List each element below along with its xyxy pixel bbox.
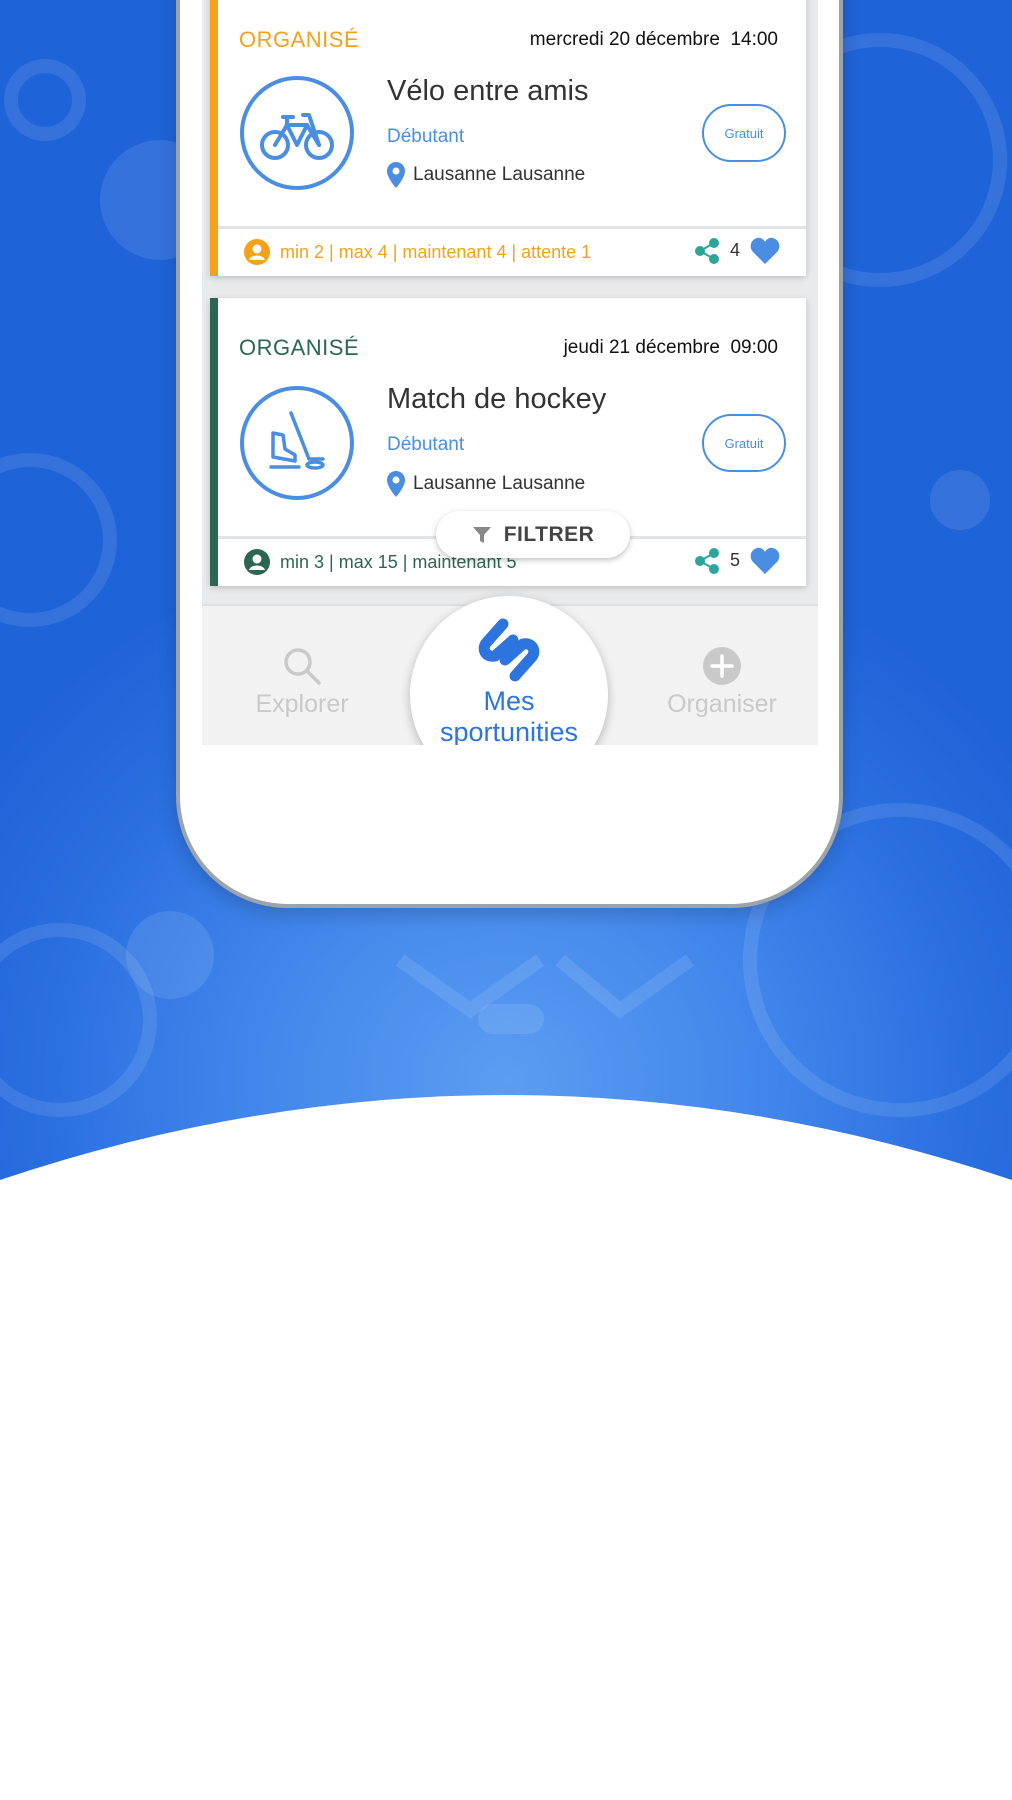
heart-icon[interactable] <box>750 547 780 574</box>
hockey-icon <box>240 386 354 500</box>
heart-icon[interactable] <box>750 237 780 264</box>
participants-text: min 2 | max 4 | maintenant 4 | attente 1 <box>280 241 592 262</box>
event-datetime: mercredi 20 décembre 14:00 <box>530 29 778 51</box>
nav-organise-label: Organiser <box>667 690 777 718</box>
event-location-text: Lausanne Lausanne <box>413 164 586 185</box>
event-location-text: Lausanne Lausanne <box>413 473 586 494</box>
location-pin-icon <box>387 162 405 188</box>
filter-icon <box>472 526 491 543</box>
nav-explore[interactable]: Explorer <box>212 646 392 719</box>
event-status: ORGANISÉ <box>239 335 360 360</box>
search-icon <box>284 648 321 685</box>
app-screen: ORGANISÉ mercredi 20 décembre 14:00 Vélo… <box>202 0 818 745</box>
event-card-footer: min 2 | max 4 | maintenant 4 | attente 1… <box>218 226 806 276</box>
event-level: Débutant <box>387 126 465 147</box>
user-icon <box>244 549 270 575</box>
nav-explore-label: Explorer <box>255 690 349 718</box>
event-date: mercredi 20 décembre <box>529 29 720 50</box>
event-card-body[interactable]: ORGANISÉ jeudi 21 décembre 09:00 Match d… <box>218 298 806 534</box>
share-count: 4 <box>729 240 740 260</box>
social-actions: 4 <box>694 237 780 264</box>
event-location: Lausanne Lausanne <box>387 162 585 188</box>
filter-button[interactable]: FILTRER <box>436 511 630 558</box>
event-date: jeudi 21 décembre <box>563 337 720 358</box>
event-title: Match de hockey <box>387 383 607 415</box>
bottom-navigation: Explorer Mes sportunities Organiser <box>202 596 818 745</box>
filter-label: FILTRER <box>503 522 595 546</box>
share-count: 5 <box>729 550 740 570</box>
nav-organise[interactable]: Organiser <box>632 646 812 719</box>
event-location: Lausanne Lausanne <box>387 471 585 497</box>
event-datetime: jeudi 21 décembre 09:00 <box>564 337 778 359</box>
plus-circle-icon <box>703 647 741 685</box>
event-title: Vélo entre amis <box>387 75 589 107</box>
share-icon[interactable] <box>694 547 720 574</box>
event-time: 14:00 <box>730 29 778 50</box>
nav-mine-label-line1: Mes <box>483 686 535 716</box>
location-pin-icon <box>387 471 405 497</box>
nav-mine-label-line2: sportunities <box>439 717 579 745</box>
bicycle-icon <box>240 76 354 190</box>
phone-frame: ORGANISÉ mercredi 20 décembre 14:00 Vélo… <box>176 0 843 908</box>
event-card-body[interactable]: ORGANISÉ mercredi 20 décembre 14:00 Vélo… <box>218 0 806 224</box>
social-actions: 5 <box>694 547 780 574</box>
event-status: ORGANISÉ <box>239 27 360 52</box>
price-button[interactable]: Gratuit <box>702 414 786 472</box>
share-icon[interactable] <box>694 237 720 264</box>
sportunity-logo-icon <box>478 618 540 682</box>
event-level: Débutant <box>387 434 465 455</box>
user-icon <box>244 239 270 265</box>
event-card[interactable]: ORGANISÉ mercredi 20 décembre 14:00 Vélo… <box>210 0 806 276</box>
nav-my-sportunities[interactable]: Mes sportunities <box>410 596 608 745</box>
price-button[interactable]: Gratuit <box>702 104 786 162</box>
participants-info: min 2 | max 4 | maintenant 4 | attente 1 <box>244 239 591 265</box>
event-time: 09:00 <box>730 337 778 358</box>
